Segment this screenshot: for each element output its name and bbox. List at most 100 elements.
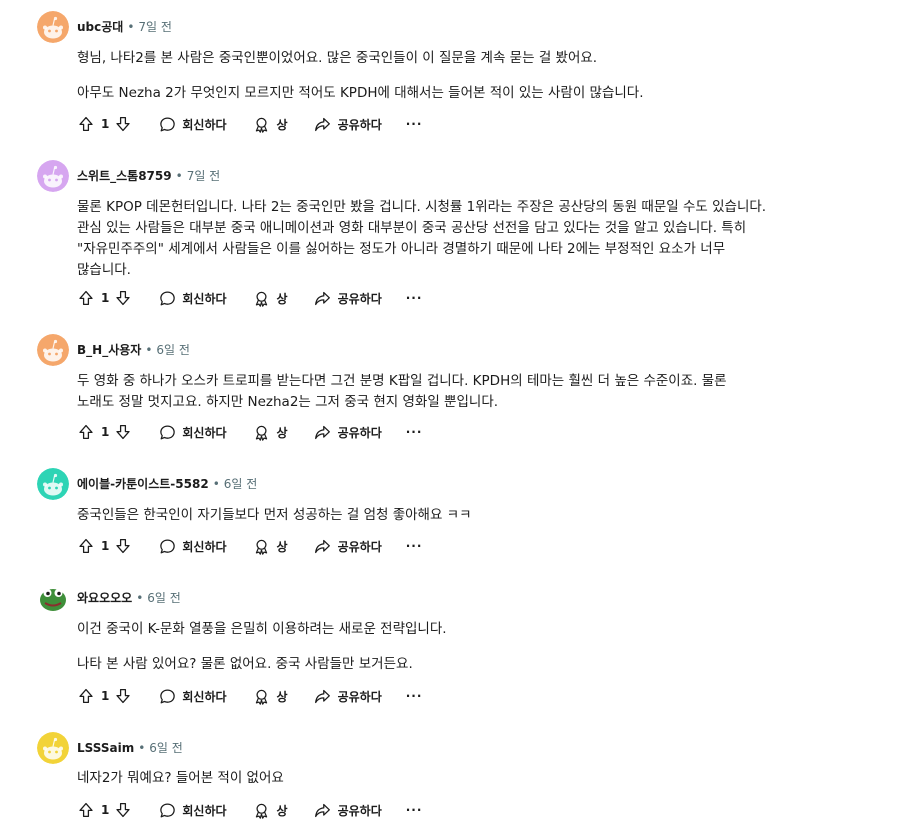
share-label: 공유하다: [337, 117, 382, 132]
reply-button[interactable]: 회신하다: [158, 801, 227, 819]
avatar[interactable]: [37, 732, 69, 764]
comment-text: 나타 본 사람 있어요? 물론 없어요. 중국 사람들만 보거든요.: [77, 656, 413, 672]
share-button[interactable]: 공유하다: [314, 687, 382, 705]
reply-icon: [158, 801, 176, 819]
vote-count: 1: [101, 291, 110, 305]
reply-button[interactable]: 회신하다: [158, 687, 227, 705]
downvote-icon[interactable]: [114, 423, 132, 441]
author-name[interactable]: ubc공대: [77, 19, 123, 35]
award-button[interactable]: 상: [253, 801, 288, 819]
reply-label: 회신하다: [182, 539, 227, 554]
share-button[interactable]: 공유하다: [314, 115, 382, 133]
reply-button[interactable]: 회신하다: [158, 115, 227, 133]
author-name[interactable]: LSSSaim: [77, 740, 134, 756]
author-name[interactable]: B_H_사용자: [77, 342, 141, 358]
upvote-icon[interactable]: [77, 801, 95, 819]
vote-controls: 1: [77, 687, 132, 705]
downvote-icon[interactable]: [114, 537, 132, 555]
reply-button[interactable]: 회신하다: [158, 423, 227, 441]
award-button[interactable]: 상: [253, 537, 288, 555]
reply-label: 회신하다: [182, 291, 227, 306]
reply-label: 회신하다: [182, 689, 227, 704]
comment-body: 네자2가 뭐예요? 들어본 적이 없어요: [77, 768, 767, 789]
snoo-icon: [37, 11, 69, 43]
frog-icon: [37, 582, 69, 614]
comment-body: 이건 중국이 K-문화 열풍을 은밀히 이용하려는 새로운 전략입니다. 나타 …: [77, 619, 767, 675]
timestamp[interactable]: 7일 전: [187, 168, 221, 184]
share-button[interactable]: 공유하다: [314, 801, 382, 819]
vote-controls: 1: [77, 115, 132, 133]
more-options-button[interactable]: ···: [406, 539, 423, 553]
award-icon: [253, 423, 271, 441]
snoo-icon: [37, 334, 69, 366]
share-button[interactable]: 공유하다: [314, 423, 382, 441]
upvote-icon[interactable]: [77, 687, 95, 705]
upvote-icon[interactable]: [77, 115, 95, 133]
more-options-button[interactable]: ···: [406, 803, 423, 817]
award-button[interactable]: 상: [253, 115, 288, 133]
share-button[interactable]: 공유하다: [314, 289, 382, 307]
comment-text: 이건 중국이 K-문화 열풍을 은밀히 이용하려는 새로운 전략입니다.: [77, 621, 447, 637]
avatar[interactable]: [37, 582, 69, 614]
separator-dot: •: [127, 20, 135, 34]
share-label: 공유하다: [337, 803, 382, 818]
reply-icon: [158, 423, 176, 441]
award-icon: [253, 115, 271, 133]
comment-header: 에이블-카툰이스트-5582 • 6일 전: [37, 468, 257, 500]
comment-text: 네자2가 뭐예요? 들어본 적이 없어요: [77, 770, 284, 786]
downvote-icon[interactable]: [114, 115, 132, 133]
comment-body: 중국인들은 한국인이 자기들보다 먼저 성공하는 걸 엄청 좋아해요 ㅋㅋ: [77, 505, 767, 526]
downvote-icon[interactable]: [114, 687, 132, 705]
avatar[interactable]: [37, 468, 69, 500]
award-button[interactable]: 상: [253, 423, 288, 441]
comment-text: 아무도 Nezha 2가 무엇인지 모르지만 적어도 KPDH에 대해서는 들어…: [77, 85, 644, 101]
more-options-button[interactable]: ···: [406, 117, 423, 131]
comment-body: 두 영화 중 하나가 오스카 트로피를 받는다면 그건 분명 K팝일 겁니다. …: [77, 371, 767, 413]
timestamp[interactable]: 6일 전: [156, 342, 190, 358]
comment-text: 두 영화 중 하나가 오스카 트로피를 받는다면 그건 분명 K팝일 겁니다. …: [77, 373, 727, 410]
more-options-button[interactable]: ···: [406, 689, 423, 703]
award-button[interactable]: 상: [253, 289, 288, 307]
reply-button[interactable]: 회신하다: [158, 289, 227, 307]
award-icon: [253, 801, 271, 819]
more-options-button[interactable]: ···: [406, 425, 423, 439]
reply-icon: [158, 115, 176, 133]
author-name[interactable]: 와요오오오: [77, 590, 132, 606]
upvote-icon[interactable]: [77, 537, 95, 555]
share-icon: [314, 115, 332, 133]
separator-dot: •: [212, 477, 220, 491]
vote-controls: 1: [77, 801, 132, 819]
comment-actions: 1 회신하다 상 공유하다 ···: [77, 684, 422, 708]
vote-count: 1: [101, 689, 110, 703]
avatar[interactable]: [37, 334, 69, 366]
comment-header: LSSSaim • 6일 전: [37, 732, 183, 764]
downvote-icon[interactable]: [114, 801, 132, 819]
timestamp[interactable]: 6일 전: [147, 590, 181, 606]
comment-actions: 1 회신하다 상 공유하다 ···: [77, 286, 422, 310]
timestamp[interactable]: 6일 전: [224, 476, 258, 492]
award-button[interactable]: 상: [253, 687, 288, 705]
comment-actions: 1 회신하다 상 공유하다 ···: [77, 420, 422, 444]
upvote-icon[interactable]: [77, 423, 95, 441]
share-label: 공유하다: [337, 425, 382, 440]
comment-body: 물론 KPOP 데몬헌터입니다. 나타 2는 중국인만 봤을 겁니다. 시청률 …: [77, 197, 767, 281]
award-icon: [253, 687, 271, 705]
timestamp[interactable]: 6일 전: [149, 740, 183, 756]
downvote-icon[interactable]: [114, 289, 132, 307]
award-label: 상: [276, 689, 288, 704]
reply-button[interactable]: 회신하다: [158, 537, 227, 555]
reply-label: 회신하다: [182, 117, 227, 132]
vote-controls: 1: [77, 537, 132, 555]
separator-dot: •: [138, 741, 146, 755]
share-button[interactable]: 공유하다: [314, 537, 382, 555]
reply-label: 회신하다: [182, 425, 227, 440]
author-name[interactable]: 스위트_스톰8759: [77, 168, 172, 184]
avatar[interactable]: [37, 160, 69, 192]
avatar[interactable]: [37, 11, 69, 43]
comment-header: ubc공대 • 7일 전: [37, 11, 172, 43]
more-options-button[interactable]: ···: [406, 291, 423, 305]
timestamp[interactable]: 7일 전: [138, 19, 172, 35]
author-name[interactable]: 에이블-카툰이스트-5582: [77, 476, 209, 492]
separator-dot: •: [145, 343, 153, 357]
upvote-icon[interactable]: [77, 289, 95, 307]
